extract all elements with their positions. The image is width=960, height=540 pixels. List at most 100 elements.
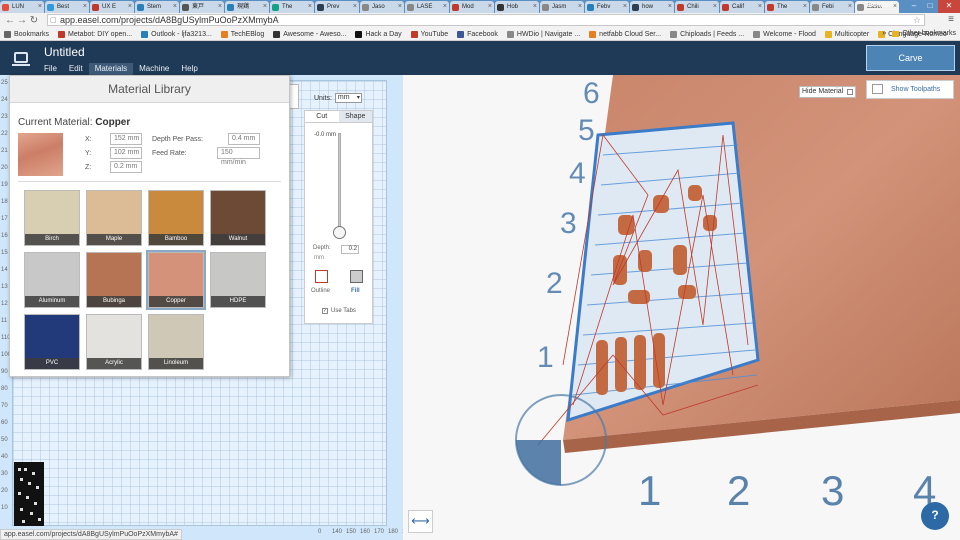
- tab-close-icon[interactable]: ×: [353, 1, 357, 13]
- tab-close-icon[interactable]: ×: [263, 1, 267, 13]
- browser-tab[interactable]: 東戸 ×: [180, 1, 224, 13]
- menu-edit[interactable]: Edit: [63, 63, 89, 75]
- outline-cut-icon[interactable]: [315, 270, 328, 283]
- tab-close-icon[interactable]: ×: [578, 1, 582, 13]
- reload-icon[interactable]: ↻: [28, 15, 40, 26]
- back-icon[interactable]: ←: [4, 15, 16, 26]
- tab-close-icon[interactable]: ×: [308, 1, 312, 13]
- material-swatch[interactable]: Bubinga: [86, 252, 142, 308]
- help-button[interactable]: ?: [921, 502, 949, 530]
- browser-tab[interactable]: Hob ×: [495, 1, 539, 13]
- material-swatch[interactable]: PVC: [24, 314, 80, 370]
- hide-material-checkbox[interactable]: [847, 89, 854, 95]
- units-select[interactable]: mm: [334, 93, 362, 103]
- tab-close-icon[interactable]: ×: [623, 1, 627, 13]
- browser-tab[interactable]: The ×: [765, 1, 809, 13]
- menu-file[interactable]: File: [38, 63, 63, 75]
- tab-close-icon[interactable]: ×: [218, 1, 222, 13]
- browser-user-name[interactable]: Jonathan: [865, 0, 894, 12]
- tab-close-icon[interactable]: ×: [533, 1, 537, 13]
- tab-close-icon[interactable]: ×: [848, 1, 852, 13]
- checkbox-checked-icon[interactable]: ✓: [322, 308, 328, 314]
- machine-icon[interactable]: [12, 52, 30, 66]
- carve-button[interactable]: Carve: [866, 45, 955, 71]
- material-swatch[interactable]: Aluminum: [24, 252, 80, 308]
- browser-tab[interactable]: LASE ×: [405, 1, 449, 13]
- browser-tab[interactable]: UX E ×: [90, 1, 134, 13]
- material-swatch[interactable]: Maple: [86, 190, 142, 246]
- material-swatch[interactable]: Walnut: [210, 190, 266, 246]
- tab-close-icon[interactable]: ×: [83, 1, 87, 13]
- tab-close-icon[interactable]: ×: [488, 1, 492, 13]
- browser-tab[interactable]: Chili ×: [675, 1, 719, 13]
- browser-tab[interactable]: how ×: [630, 1, 674, 13]
- bookmark-item[interactable]: Outlook - ljfa3213...: [141, 30, 212, 38]
- browser-tab[interactable]: LUN ×: [0, 1, 44, 13]
- maximize-icon[interactable]: □: [922, 0, 938, 13]
- material-swatch[interactable]: Birch: [24, 190, 80, 246]
- hide-material-toggle[interactable]: Hide Material: [799, 86, 857, 98]
- depth-slider-handle[interactable]: [333, 226, 346, 239]
- browser-tab[interactable]: Calif ×: [720, 1, 764, 13]
- bookmark-item[interactable]: Bookmarks: [4, 30, 49, 38]
- browser-tab[interactable]: Prev ×: [315, 1, 359, 13]
- depth-slider-track[interactable]: [338, 133, 341, 231]
- bookmark-item[interactable]: Welcome - Flood: [753, 30, 816, 38]
- menu-machine[interactable]: Machine: [133, 63, 175, 75]
- tab-close-icon[interactable]: ×: [758, 1, 762, 13]
- browser-tab[interactable]: Best ×: [45, 1, 89, 13]
- bookmark-item[interactable]: Awesome - Aweso...: [273, 30, 346, 38]
- browser-tab[interactable]: The ×: [270, 1, 314, 13]
- menu-materials[interactable]: Materials: [88, 63, 134, 75]
- depth-per-pass-field[interactable]: 0.4 mm: [228, 133, 260, 145]
- tab-cut[interactable]: Cut: [305, 111, 339, 122]
- outline-label[interactable]: Outline: [311, 288, 330, 294]
- page-info-icon[interactable]: ▢: [50, 16, 57, 26]
- material-swatch[interactable]: Linoleum: [148, 314, 204, 370]
- bookmark-item[interactable]: Hack a Day: [355, 30, 402, 38]
- browser-tab[interactable]: Stem ×: [135, 1, 179, 13]
- tab-close-icon[interactable]: ×: [398, 1, 402, 13]
- bookmark-item[interactable]: Chiploads | Feeds ...: [670, 30, 744, 38]
- use-tabs-checkbox[interactable]: ✓ Use Tabs: [322, 308, 356, 314]
- bookmark-item[interactable]: Multicopter: [824, 30, 869, 38]
- material-swatch[interactable]: Acrylic: [86, 314, 142, 370]
- material-swatch[interactable]: Bamboo: [148, 190, 204, 246]
- 3d-preview[interactable]: 6 5 4 3 2 1 1 2 3 4: [403, 75, 960, 540]
- fill-cut-icon[interactable]: [350, 270, 363, 283]
- bookmark-item[interactable]: Facebook: [457, 30, 498, 38]
- dim-x-field[interactable]: 152 mm: [110, 133, 142, 145]
- browser-tab[interactable]: Jaso ×: [360, 1, 404, 13]
- material-swatch[interactable]: HDPE: [210, 252, 266, 308]
- browser-tab[interactable]: Mod ×: [450, 1, 494, 13]
- tab-close-icon[interactable]: ×: [713, 1, 717, 13]
- url-input[interactable]: ▢ app.easel.com/projects/dA8BgUSylmPuOoP…: [47, 14, 925, 26]
- bookmark-item[interactable]: netfabb Cloud Ser...: [589, 30, 661, 38]
- bookmark-item[interactable]: Metabot: DIY open...: [58, 30, 132, 38]
- bookmark-star-icon[interactable]: ☆: [913, 15, 921, 25]
- browser-tab[interactable]: Febv ×: [585, 1, 629, 13]
- bookmark-item[interactable]: HWDio | Navigate ...: [506, 30, 580, 38]
- minimize-icon[interactable]: –: [906, 0, 922, 13]
- forward-icon[interactable]: →: [16, 15, 28, 26]
- tab-close-icon[interactable]: ×: [38, 1, 42, 13]
- menu-help[interactable]: Help: [175, 63, 203, 75]
- other-bookmarks[interactable]: » Other bookmarks: [882, 30, 956, 37]
- feed-rate-field[interactable]: 150 mm/min: [217, 147, 260, 166]
- tab-close-icon[interactable]: ×: [173, 1, 177, 13]
- resize-split-icon[interactable]: ⟷: [408, 510, 433, 533]
- window-close-icon[interactable]: ✕: [938, 0, 960, 13]
- browser-tab[interactable]: 現鶏 ×: [225, 1, 269, 13]
- pcb-design-thumbnail[interactable]: [14, 462, 44, 526]
- tab-shape[interactable]: Shape: [338, 111, 372, 122]
- tab-close-icon[interactable]: ×: [668, 1, 672, 13]
- material-swatch[interactable]: Copper: [146, 250, 206, 310]
- browser-tab[interactable]: Jasm ×: [540, 1, 584, 13]
- fill-label[interactable]: Fill: [351, 288, 360, 294]
- tab-close-icon[interactable]: ×: [443, 1, 447, 13]
- tab-close-icon[interactable]: ×: [803, 1, 807, 13]
- depth-input[interactable]: 0.2: [341, 245, 359, 254]
- project-title[interactable]: Untitled: [44, 45, 85, 59]
- bookmark-item[interactable]: YouTube: [410, 30, 448, 38]
- dim-y-field[interactable]: 102 mm: [110, 147, 142, 159]
